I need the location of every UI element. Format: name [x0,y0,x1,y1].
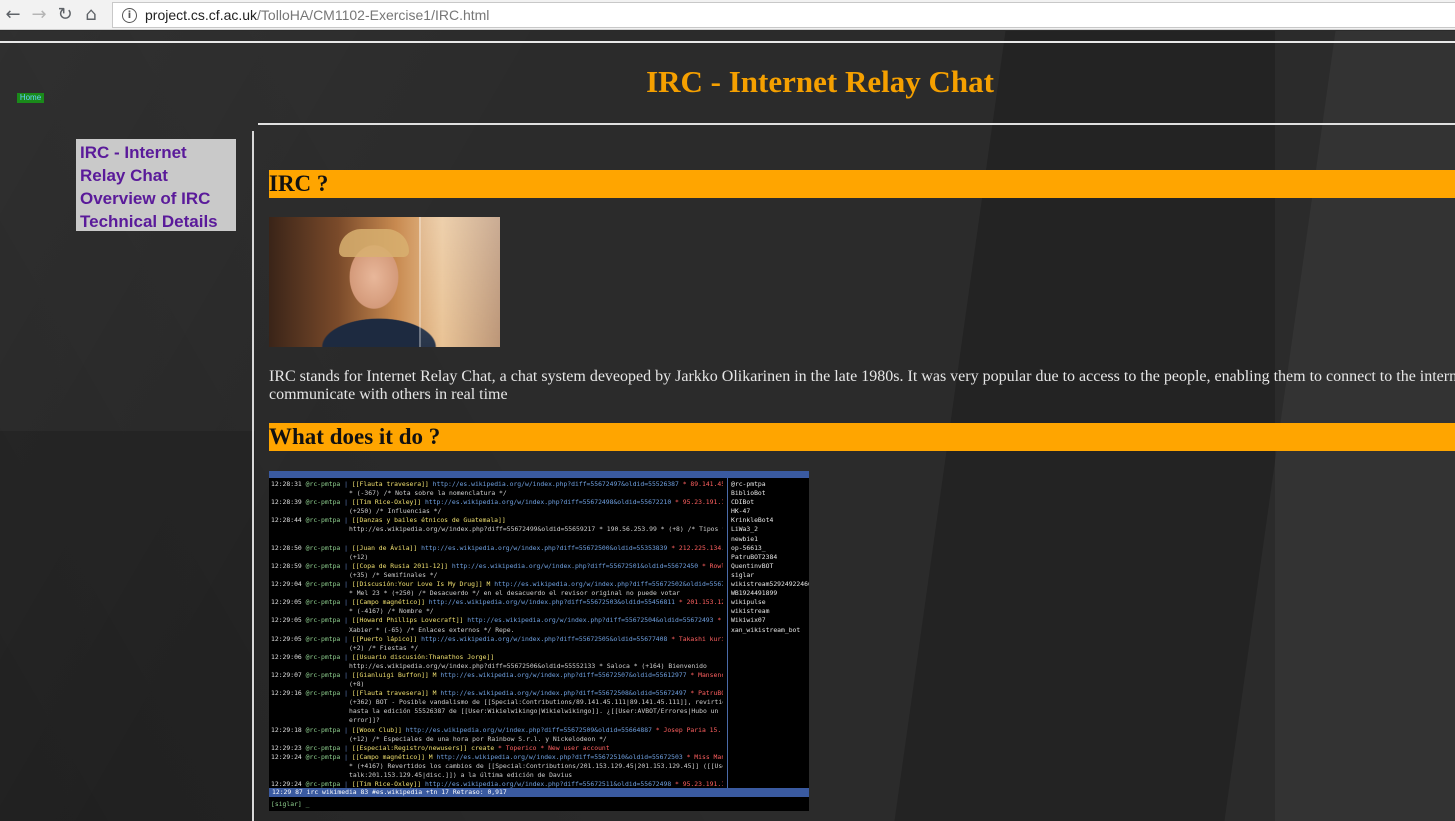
irc-line: hasta la edición 55526387 de [[User:Wiki… [349,707,719,716]
irc-line: (+12) [349,552,369,561]
irc-nick: xan_wikistream_bot [731,625,801,634]
irc-line: 12:28:39 @rc-pmtpa | [[Tim Rice-Oxley]] … [271,498,723,507]
irc-line: talk:201.153.129.45|disc.]]) a la última… [349,771,573,779]
irc-line: 12:29:04 @rc-pmtpa | [[Discusión:Your Lo… [271,580,723,589]
home-icon: ⌂ [85,4,97,25]
irc-nick-list: @rc-pmtpa BiblioBot CDIBot HK-47 KrinkleBot4… [727,478,809,788]
top-horizontal-rule [0,41,1455,43]
irc-line: Xabier * (-65) /* Enlaces externos */ Re… [349,625,515,634]
irc-line [271,535,723,544]
irc-line: 12:29:05 @rc-pmtpa | [[Howard Phillips L… [271,616,722,625]
url-path: /TolloHA/CM1102-Exercise1/IRC.html [257,7,490,23]
intro-paragraph: IRC stands for Internet Relay Chat, a ch… [269,368,1455,404]
irc-line: (+362) BOT - Posible vandalismo de [[Spe… [349,698,723,707]
browser-toolbar: ← → ↻ ⌂ i project.cs.cf.ac.uk/TolloHA/CM… [0,0,1455,30]
sidebar-item-irc-internet[interactable]: IRC - Internet [80,141,236,164]
irc-line: 12:28:44 @rc-pmtpa | [[Danzas y bailes é… [271,516,506,525]
irc-line: 12:29:06 @rc-pmtpa | [[Usuario discusión… [271,652,495,661]
irc-nick: CDIBot [731,498,755,507]
irc-line: 12:29:07 @rc-pmtpa | [[Gianluigi Buffon]… [271,670,723,679]
portrait-photo [269,217,500,347]
address-bar[interactable]: i project.cs.cf.ac.uk/TolloHA/CM1102-Exe… [112,2,1455,28]
irc-nick: QuentinvBOT [731,561,774,570]
irc-nick: newbie1 [731,534,758,543]
irc-line: * Mel 23 * (+250) /* Desacuerdo */ en el… [349,589,680,598]
irc-nick: wikistream529249224669 [731,580,809,589]
irc-line: 12:29:23 @rc-pmtpa | [[Especial:Registro… [271,743,610,752]
irc-line: 12:29:05 @rc-pmtpa | [[Campo magnético]]… [271,598,723,607]
irc-nick: siglar [731,570,755,579]
irc-nick: BiblioBot [731,489,766,498]
irc-nick: PatruBOT2384 [731,552,778,561]
irc-line: * (-4167) /* Nombre */ [349,607,434,616]
irc-nick: wikipulse [731,598,766,607]
irc-line: http://es.wikipedia.org/w/index.php?diff… [349,525,723,534]
irc-line: * (-367) /* Nota sobre la nomenclatura *… [349,489,507,498]
irc-nick: Wikiwix07 [731,616,766,625]
irc-line: * (+4167) Revertidos los cambios de [[Sp… [349,761,723,770]
sidebar-item-technical-details[interactable]: Technical Details [80,210,236,233]
irc-line: error]]? [349,716,380,725]
url-host: project.cs.cf.ac.uk [145,7,258,23]
irc-line: 12:29:05 @rc-pmtpa | [[Puerto lápico]] h… [271,634,723,643]
irc-line: (+8) [349,680,365,689]
arrow-left-icon: ← [5,4,21,25]
section-heading-irc: IRC ? [269,170,1455,198]
irc-line: 12:29:18 @rc-pmtpa | [[Woox Club]] http:… [271,725,723,734]
content-vertical-rule [252,131,254,821]
section-heading-what-does-it-do: What does it do ? [269,423,1455,451]
irc-line: (+12) /* Especiales de una hora por Rain… [349,734,607,743]
irc-line: 12:28:31 @rc-pmtpa | [[Flauta travesera]… [271,480,723,488]
irc-line: (+250) /* Influencias */ [349,507,442,516]
irc-line: (+35) /* Semifinales */ [349,570,438,579]
irc-line: http://es.wikipedia.org/w/index.php?diff… [349,661,707,670]
home-button[interactable]: ⌂ [78,2,104,28]
irc-nick: op-56613_ [731,543,766,552]
irc-nick: wikistream [731,607,770,616]
intro-paragraph-line1: IRC stands for Internet Relay Chat, a ch… [269,368,1455,385]
arrow-right-icon: → [31,4,47,25]
irc-line: 12:29:24 @rc-pmtpa | [[Campo magnético]]… [271,752,723,761]
home-link[interactable]: Home [17,93,44,103]
irc-nick: KrinkleBot4 [731,516,774,525]
irc-nick: @rc-pmtpa [731,480,766,488]
page-viewport: Home IRC - Internet Relay Chat IRC - Int… [0,31,1455,821]
info-icon[interactable]: i [122,7,137,23]
irc-status-bar: 12:29 87 irc wikimedia 83 #es.wikipedia … [269,788,809,797]
irc-nick: WB1924491899 [731,589,778,598]
irc-line: 12:28:50 @rc-pmtpa | [[Juan de Ávila]] h… [271,543,723,552]
forward-button[interactable]: → [26,2,52,28]
irc-message-pane: 12:28:31 @rc-pmtpa | [[Flauta travesera]… [269,478,725,797]
irc-client-screenshot: 12:28:31 @rc-pmtpa | [[Flauta travesera]… [269,471,809,811]
irc-line: 12:29:16 @rc-pmtpa | [[Flauta travesera]… [271,689,723,698]
page-title: IRC - Internet Relay Chat [646,64,994,99]
back-button[interactable]: ← [0,2,26,28]
irc-line: (+2) /* Fiestas */ [349,643,419,652]
reload-icon: ↻ [57,4,73,25]
irc-line: 12:28:59 @rc-pmtpa | [[Copa de Rusia 201… [271,561,723,570]
irc-nick: LiWa3_2 [731,525,758,534]
sidebar-item-overview[interactable]: Overview of IRC [80,187,236,210]
sidebar-nav: IRC - Internet Relay Chat Overview of IR… [76,139,236,231]
content-horizontal-rule [258,123,1455,125]
sidebar-item-relay-chat[interactable]: Relay Chat [80,164,236,187]
irc-nick: HK-47 [731,507,751,516]
irc-input-line: [siglar] _ [271,800,310,808]
intro-paragraph-line2: communicate with others in real time [269,386,508,403]
reload-button[interactable]: ↻ [52,2,78,28]
